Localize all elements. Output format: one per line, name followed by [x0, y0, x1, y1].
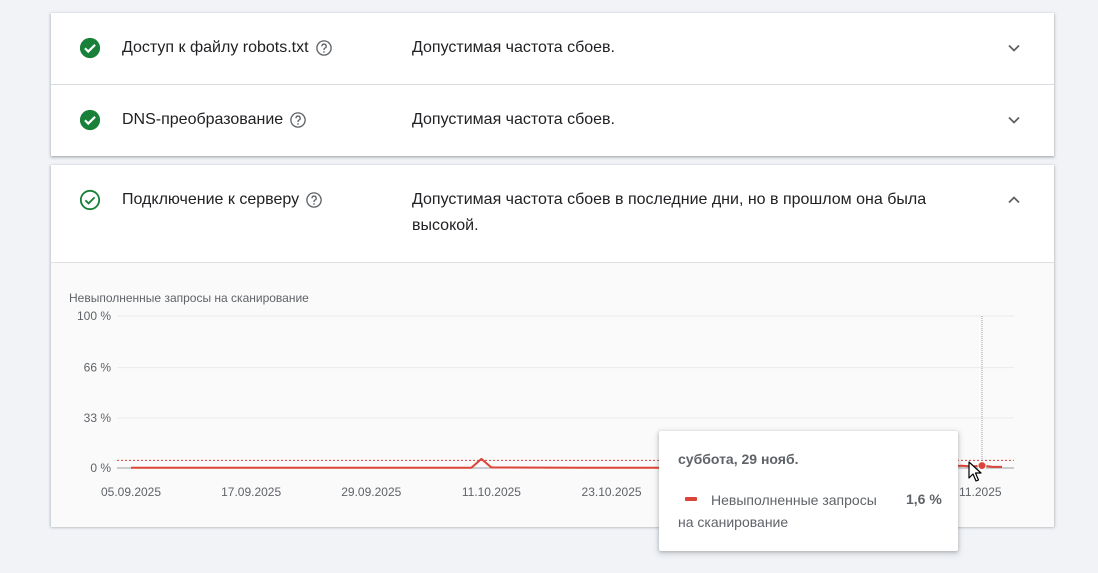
check-circle-outline-icon [79, 189, 101, 211]
help-icon[interactable] [315, 39, 333, 57]
x-tick-label: 17.09.2025 [221, 485, 281, 499]
mouse-cursor-icon [968, 461, 982, 482]
chevron-up-icon[interactable] [1004, 190, 1024, 210]
tooltip-date: суббота, 29 нояб. [678, 451, 799, 467]
tooltip-value: 1,6 % [906, 491, 942, 507]
check-description: Допустимая частота сбоев в последние дни… [412, 191, 927, 234]
tooltip-series-label: Невыполненные запросы на сканирование [678, 492, 877, 530]
check-description: Допустимая частота сбоев. [412, 111, 615, 128]
chevron-down-icon[interactable] [1004, 38, 1024, 58]
chart-panel: Невыполненные запросы на сканирование 10… [51, 262, 1054, 551]
check-circle-icon [79, 109, 101, 131]
help-icon[interactable] [289, 111, 307, 129]
server-connection-card: Подключение к серверу Допустимая частота… [51, 165, 1054, 551]
y-tick-label: 0 % [90, 461, 111, 475]
x-tick-label: 05.09.2025 [101, 485, 161, 499]
y-tick-label: 33 % [84, 411, 112, 425]
y-tick-label: 66 % [84, 361, 112, 375]
chart-tooltip: суббота, 29 нояб. Невыполненные запросы … [659, 431, 958, 551]
check-circle-icon [79, 37, 101, 59]
check-row-robots[interactable]: Доступ к файлу robots.txt Допустимая час… [51, 13, 1054, 84]
check-row-dns[interactable]: DNS-преобразование Допустимая частота сб… [51, 85, 1054, 156]
check-name: Доступ к файлу robots.txt [122, 39, 333, 57]
y-tick-label: 100 % [77, 309, 111, 323]
check-name: DNS-преобразование [122, 111, 307, 129]
x-tick-label: 11.10.2025 [462, 485, 521, 499]
x-tick-label: 29.09.2025 [341, 485, 401, 499]
check-description: Допустимая частота сбоев. [412, 39, 615, 56]
chevron-down-icon[interactable] [1004, 110, 1024, 130]
check-row-server[interactable]: Подключение к серверу Допустимая частота… [51, 165, 1054, 262]
help-icon[interactable] [305, 191, 323, 209]
collapsed-checks-card: Доступ к файлу robots.txt Допустимая час… [51, 13, 1054, 156]
x-tick-label: 23.10.2025 [582, 485, 642, 499]
check-name: Подключение к серверу [122, 191, 323, 209]
